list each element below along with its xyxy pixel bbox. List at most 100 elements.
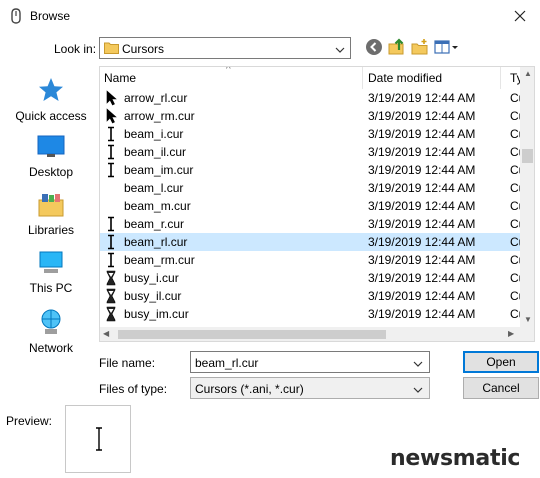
place-this-pc[interactable]: This PC [6, 250, 96, 295]
ibeam-cursor-icon [106, 126, 118, 142]
file-row[interactable]: arrow_rl.cur 3/19/2019 12:44 AM Cu [100, 89, 520, 107]
file-type: Cu [510, 289, 520, 303]
file-row[interactable]: beam_il.cur 3/19/2019 12:44 AM Cu [100, 143, 520, 161]
back-arrow-icon [366, 39, 382, 55]
vertical-scrollbar[interactable]: ▲ ▼ [520, 67, 534, 327]
up-folder-icon [388, 38, 404, 55]
file-name: beam_il.cur [124, 145, 187, 159]
file-row[interactable]: beam_im.cur 3/19/2019 12:44 AM Cu [100, 161, 520, 179]
arrow-cursor-icon [106, 108, 118, 124]
watermark-logo: newsmatic [390, 446, 521, 471]
ibeam-cursor-icon [106, 234, 118, 250]
place-label: This PC [29, 281, 73, 295]
file-type-value: Cursors (*.ani, *.cur) [195, 382, 304, 396]
column-header-date[interactable]: Date modified [368, 71, 442, 85]
file-name: beam_m.cur [124, 199, 191, 213]
file-row[interactable]: beam_rl.cur 3/19/2019 12:44 AM Cu [100, 233, 520, 251]
blank-cursor-icon [106, 198, 118, 214]
scroll-corner [520, 327, 534, 341]
back-button[interactable] [365, 38, 383, 59]
close-button[interactable] [508, 4, 532, 28]
chevron-down-icon[interactable] [413, 357, 423, 371]
place-label: Quick access [15, 109, 87, 123]
place-libraries[interactable]: Libraries [6, 192, 96, 237]
file-type: Cu [510, 199, 520, 213]
file-date-modified: 3/19/2019 12:44 AM [368, 163, 476, 177]
desktop-icon [37, 135, 65, 157]
computer-icon [39, 251, 63, 273]
file-row[interactable]: arrow_rm.cur 3/19/2019 12:44 AM Cu [100, 107, 520, 125]
place-network[interactable]: Network [6, 308, 96, 355]
horizontal-scroll-thumb[interactable] [118, 330, 386, 339]
view-menu-button[interactable] [434, 38, 460, 59]
file-list-header: ^ Name Date modified Ty [100, 66, 523, 89]
file-date-modified: 3/19/2019 12:44 AM [368, 109, 476, 123]
ibeam-cursor-icon [106, 216, 118, 232]
file-name: beam_rl.cur [124, 235, 188, 249]
look-in-label: Look in: [54, 42, 97, 56]
file-type: Cu [510, 217, 520, 231]
file-type: Cu [510, 91, 520, 105]
file-name: beam_l.cur [124, 181, 184, 195]
place-quick-access[interactable]: Quick access [6, 76, 96, 123]
scroll-left-icon[interactable]: ◀ [103, 329, 109, 338]
place-label: Network [28, 341, 73, 355]
blank-cursor-icon [106, 180, 118, 196]
look-in-dropdown[interactable]: Cursors [99, 37, 351, 59]
file-name: beam_im.cur [124, 163, 194, 177]
look-in-value: Cursors [122, 42, 165, 56]
ibeam-cursor-preview-icon [94, 427, 104, 454]
horizontal-scrollbar[interactable]: ◀ ▶ [100, 327, 520, 341]
file-type: Cu [510, 109, 520, 123]
file-date-modified: 3/19/2019 12:44 AM [368, 235, 476, 249]
file-list[interactable]: ^ Name Date modified Ty arrow_rl.cur 3/19… [99, 66, 535, 342]
file-row[interactable]: beam_l.cur 3/19/2019 12:44 AM Cu [100, 179, 520, 197]
file-name: arrow_rm.cur [124, 109, 195, 123]
new-folder-icon [411, 39, 428, 55]
scroll-right-icon[interactable]: ▶ [508, 329, 514, 338]
arrow-cursor-icon [106, 90, 118, 106]
ibeam-cursor-icon [106, 144, 118, 160]
file-name: busy_i.cur [124, 271, 179, 285]
new-folder-button[interactable] [411, 38, 429, 59]
network-icon [41, 309, 61, 334]
column-header-name[interactable]: Name [104, 71, 136, 85]
file-type: Cu [510, 145, 520, 159]
app-icon [10, 8, 22, 27]
file-date-modified: 3/19/2019 12:44 AM [368, 217, 476, 231]
folder-icon [104, 41, 119, 57]
file-type-select[interactable]: Cursors (*.ani, *.cur) [190, 377, 430, 399]
vertical-scroll-thumb[interactable] [522, 149, 533, 163]
file-row[interactable]: beam_i.cur 3/19/2019 12:44 AM Cu [100, 125, 520, 143]
open-button[interactable]: Open [463, 351, 539, 373]
hourglass-cursor-icon [106, 288, 118, 304]
file-type: Cu [510, 235, 520, 249]
file-row[interactable]: beam_r.cur 3/19/2019 12:44 AM Cu [100, 215, 520, 233]
place-desktop[interactable]: Desktop [6, 134, 96, 179]
file-name-input[interactable]: beam_rl.cur [190, 351, 430, 373]
scroll-down-icon[interactable]: ▼ [524, 315, 532, 324]
file-type: Cu [510, 181, 520, 195]
close-icon [514, 10, 526, 22]
file-row[interactable]: beam_m.cur 3/19/2019 12:44 AM Cu [100, 197, 520, 215]
file-row[interactable]: busy_il.cur 3/19/2019 12:44 AM Cu [100, 287, 520, 305]
file-date-modified: 3/19/2019 12:44 AM [368, 253, 476, 267]
sort-ascending-icon: ^ [226, 66, 231, 75]
file-date-modified: 3/19/2019 12:44 AM [368, 289, 476, 303]
file-name: beam_rm.cur [124, 253, 195, 267]
cancel-button[interactable]: Cancel [463, 377, 539, 399]
file-date-modified: 3/19/2019 12:44 AM [368, 91, 476, 105]
file-row[interactable]: busy_i.cur 3/19/2019 12:44 AM Cu [100, 269, 520, 287]
up-folder-button[interactable] [388, 38, 406, 59]
window-title: Browse [30, 9, 71, 23]
place-label: Libraries [27, 223, 75, 237]
file-type: Cu [510, 163, 520, 177]
title-bar: Browse [0, 0, 540, 32]
file-row[interactable]: busy_im.cur 3/19/2019 12:44 AM Cu [100, 305, 520, 323]
scroll-up-icon[interactable]: ▲ [524, 69, 532, 78]
hourglass-cursor-icon [106, 270, 118, 286]
quick-access-star-icon [39, 78, 63, 101]
file-row[interactable]: beam_rm.cur 3/19/2019 12:44 AM Cu [100, 251, 520, 269]
libraries-icon [38, 194, 64, 217]
file-name: beam_r.cur [124, 217, 185, 231]
